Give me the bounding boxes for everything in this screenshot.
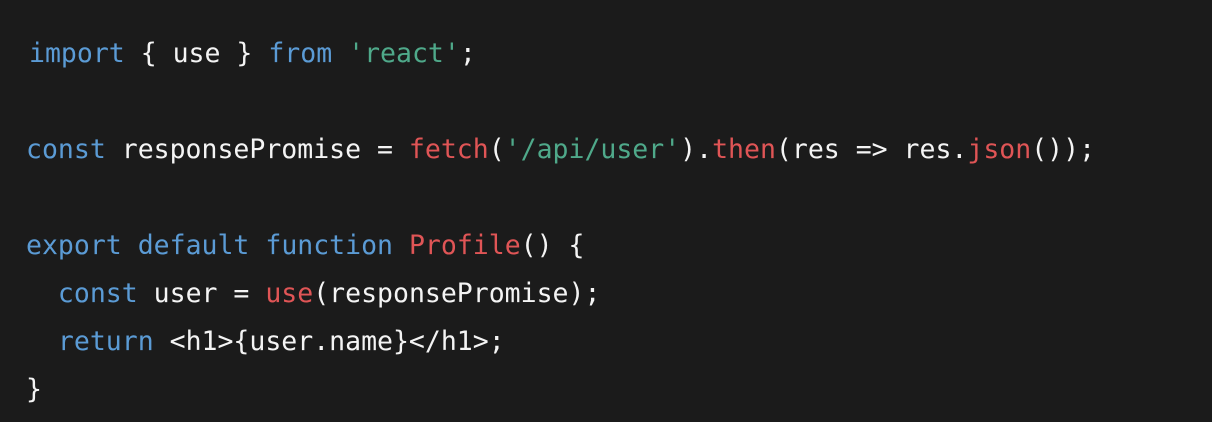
code-function: Profile — [408, 230, 521, 261]
code-string: '/api/user' — [504, 134, 681, 165]
code-keyword: const — [57, 278, 138, 309]
code-function: fetch — [408, 134, 489, 165]
code-block: import { use } from 'react'; const respon… — [0, 0, 1212, 422]
code-keyword: import — [29, 38, 125, 69]
code-text: (responsePromise); — [313, 278, 601, 309]
code-keyword: const — [26, 134, 106, 165]
code-text: ; — [459, 38, 476, 69]
code-text: user = — [137, 278, 266, 309]
code-text: (res => res. — [775, 134, 968, 165]
code-text: ()); — [1031, 134, 1096, 165]
code-function: then — [712, 134, 776, 165]
code-string: 'react' — [348, 38, 460, 69]
code-text: <h1>{user.name}</h1>; — [153, 326, 505, 357]
code-function: json — [967, 134, 1032, 165]
code-keyword: from — [268, 38, 333, 69]
code-text: } — [26, 374, 42, 405]
code-text: { use } — [124, 38, 269, 69]
code-text: ). — [680, 134, 713, 165]
code-line: const user = use(responsePromise); — [26, 270, 1212, 318]
code-line: } — [26, 366, 1212, 414]
code-line: const responsePromise = fetch('/api/user… — [26, 126, 1212, 174]
code-text: () { — [520, 230, 585, 261]
code-line: return <h1>{user.name}</h1>; — [26, 318, 1212, 366]
code-function: use — [265, 278, 314, 309]
code-keyword: export — [26, 230, 122, 261]
code-text: ( — [488, 134, 505, 165]
code-line: import { use } from 'react'; — [26, 30, 1212, 78]
code-line: export default function Profile() { — [26, 222, 1212, 270]
code-keyword: return — [57, 326, 154, 357]
code-keyword: default — [137, 230, 250, 261]
code-keyword: function — [265, 230, 393, 261]
code-text: responsePromise = — [105, 134, 409, 165]
